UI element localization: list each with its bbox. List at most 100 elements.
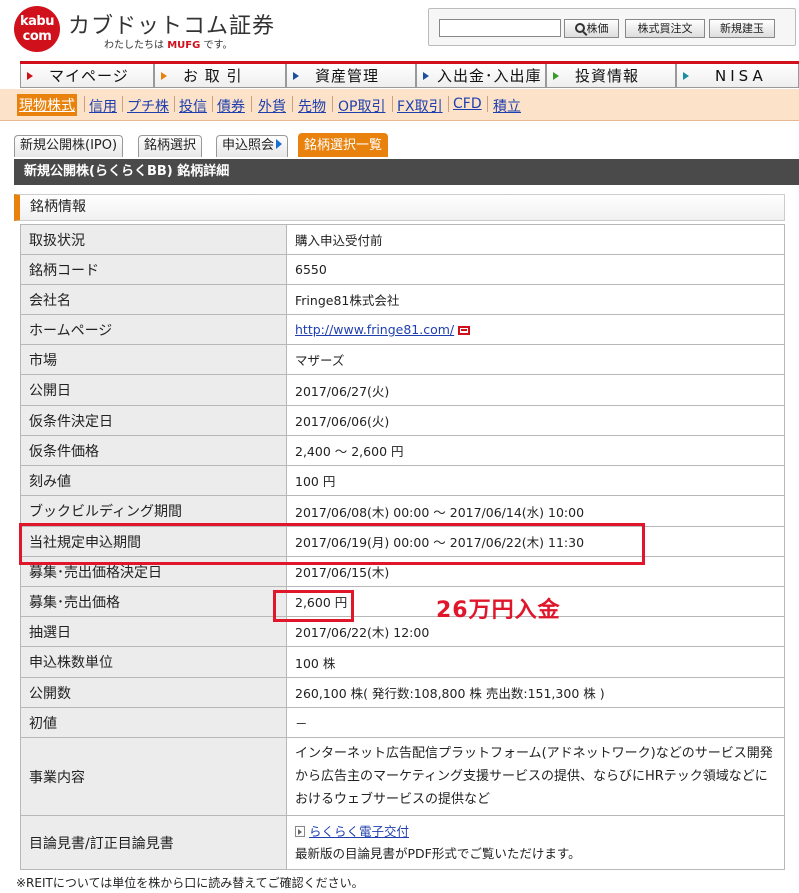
subnav-petit-stock[interactable]: プチ株 xyxy=(127,96,169,116)
nav-arrow-icon xyxy=(423,72,429,80)
nav-info[interactable]: 投資情報 xyxy=(546,64,676,88)
tagline-suffix: です。 xyxy=(203,40,233,51)
nav-mypage[interactable]: マイページ xyxy=(20,64,154,88)
table-row: 事業内容 インターネット広告配信プラットフォーム(アドネットワーク)などのサービス… xyxy=(20,737,785,816)
nav-arrow-icon xyxy=(293,72,299,80)
row-value: 100 円 xyxy=(286,465,785,496)
search-icon xyxy=(574,23,585,33)
subnav-cfd[interactable]: CFD xyxy=(453,96,482,112)
row-value: 2017/06/08(木) 00:00 ～ 2017/06/14(水) 10:0… xyxy=(286,495,785,527)
table-row: 公開日 2017/06/27(火) xyxy=(20,374,785,406)
nav-trade[interactable]: お 取 引 xyxy=(154,64,286,88)
row-label: 公開数 xyxy=(20,677,287,708)
nav-assets[interactable]: 資産管理 xyxy=(286,64,416,88)
subnav-fx-currency[interactable]: 外貨 xyxy=(258,96,286,116)
new-position-button[interactable]: 新規建玉 xyxy=(709,19,775,38)
divider xyxy=(251,96,252,112)
row-value: 2,400 ～ 2,600 円 xyxy=(286,435,785,466)
row-value: http://www.fringe81.com/ xyxy=(286,314,785,345)
nav-label: 投資情報 xyxy=(575,67,640,85)
row-label: 会社名 xyxy=(20,284,287,315)
row-label: 事業内容 xyxy=(20,737,287,816)
tab-stock-select[interactable]: 銘柄選択 xyxy=(138,135,203,157)
row-value: 100 株 xyxy=(286,646,785,678)
table-row: 仮条件決定日 2017/06/06(火) xyxy=(20,405,785,436)
row-label: 申込株数単位 xyxy=(20,646,287,678)
row-value: マザーズ xyxy=(286,344,785,375)
divider xyxy=(84,96,85,112)
reit-footnote: ※REITについては単位を株から口に読み替えてご確認ください。 xyxy=(16,876,364,890)
stock-buy-order-button[interactable]: 株式買注文 xyxy=(625,19,705,38)
stock-code-input[interactable] xyxy=(439,19,561,37)
divider xyxy=(448,96,449,112)
divider xyxy=(212,96,213,112)
divider xyxy=(174,96,175,112)
nav-deposit[interactable]: 入出金･入出庫 xyxy=(416,64,546,88)
row-value: インターネット広告配信プラットフォーム(アドネットワーク)などのサービス開発から… xyxy=(286,737,785,816)
table-row: 募集･売出価格 2,600 円 xyxy=(20,586,785,617)
table-row: 目論見書/訂正目論見書 らくらく電子交付 最新版の目論見書がPDF形式でご覧いた… xyxy=(20,815,785,870)
table-row: 仮条件価格 2,400 ～ 2,600 円 xyxy=(20,435,785,466)
external-window-icon[interactable] xyxy=(458,326,471,335)
row-value: らくらく電子交付 最新版の目論見書がPDF形式でご覧いただけます。 xyxy=(286,815,785,870)
table-row: 取扱状況 購入申込受付前 xyxy=(20,224,785,255)
play-icon xyxy=(295,825,305,837)
tab-stock-list[interactable]: 銘柄選択一覧 xyxy=(298,133,389,157)
divider xyxy=(292,96,293,112)
stock-price-button[interactable]: 株価 xyxy=(564,19,619,38)
main-nav: マイページ お 取 引 資産管理 入出金･入出庫 投資情報 NISA xyxy=(20,61,799,88)
nav-arrow-icon xyxy=(553,72,559,80)
row-value: 260,100 株( 発行数:108,800 株 売出数:151,300 株 ) xyxy=(286,677,785,708)
row-label: 市場 xyxy=(20,344,287,375)
row-value: 2017/06/27(火) xyxy=(286,374,785,406)
nav-label: お 取 引 xyxy=(183,67,243,85)
nav-nisa[interactable]: NISA xyxy=(676,64,799,88)
logo-line1: kabu xyxy=(20,14,54,29)
subnav-spot-stock[interactable]: 現物株式 xyxy=(17,94,77,116)
row-label: 初値 xyxy=(20,707,287,738)
subnav-bonds[interactable]: 債券 xyxy=(217,96,245,116)
table-row: 銘柄コード 6550 xyxy=(20,254,785,285)
brand-tagline: わたしたちは MUFG です。 xyxy=(104,36,233,51)
nav-label: マイページ xyxy=(49,67,129,85)
subnav-margin[interactable]: 信用 xyxy=(89,96,117,116)
subnav-funds[interactable]: 投信 xyxy=(179,96,207,116)
row-value: － xyxy=(286,707,785,738)
row-label: 銘柄コード xyxy=(20,254,287,285)
tagline-prefix: わたしたちは xyxy=(104,40,164,51)
subnav-options[interactable]: OP取引 xyxy=(338,96,385,116)
row-label: 仮条件価格 xyxy=(20,435,287,466)
prospectus-note: 最新版の目論見書がPDF形式でご覧いただけます。 xyxy=(295,845,581,861)
tab-application-inquiry[interactable]: 申込照会 xyxy=(216,135,289,157)
arrow-right-icon xyxy=(276,139,283,149)
row-value: 2017/06/06(火) xyxy=(286,405,785,436)
row-label: 募集･売出価格 xyxy=(20,586,287,617)
nav-arrow-icon xyxy=(161,72,167,80)
row-value: 6550 xyxy=(286,254,785,285)
tab-ipo[interactable]: 新規公開株(IPO) xyxy=(14,135,124,157)
prospectus-link[interactable]: らくらく電子交付 xyxy=(309,824,409,839)
table-row: ブックビルディング期間 2017/06/08(木) 00:00 ～ 2017/06… xyxy=(20,495,785,527)
homepage-link[interactable]: http://www.fringe81.com/ xyxy=(295,322,454,337)
subnav-accumulation[interactable]: 積立 xyxy=(493,96,521,116)
subnav-fx-trading[interactable]: FX取引 xyxy=(397,96,443,116)
row-label: ホームページ xyxy=(20,314,287,345)
sub-nav: 現物株式 信用 プチ株 投信 債券 外貨 先物 OP取引 FX取引 CFD 積立 xyxy=(0,89,799,121)
divider xyxy=(487,96,488,112)
site-header: kabu com カブドットコム証券 わたしたちは MUFG です。 株価 株式… xyxy=(0,0,799,58)
mufg-logo: MUFG xyxy=(167,40,201,51)
table-row: 刻み値 100 円 xyxy=(20,465,785,496)
row-label: 刻み値 xyxy=(20,465,287,496)
nav-arrow-icon xyxy=(27,72,33,80)
subnav-futures[interactable]: 先物 xyxy=(298,96,326,116)
row-label: 仮条件決定日 xyxy=(20,405,287,436)
kabucom-logo[interactable]: kabu com xyxy=(14,6,60,52)
logo-line2: com xyxy=(22,29,52,44)
row-label: 目論見書/訂正目論見書 xyxy=(20,815,287,870)
table-row: ホームページ http://www.fringe81.com/ xyxy=(20,314,785,345)
highlight-offer-price xyxy=(273,590,354,622)
tab-label: 申込照会 xyxy=(222,138,275,153)
divider xyxy=(332,96,333,112)
table-row: 会社名 Fringe81株式会社 xyxy=(20,284,785,315)
nav-label: NISA xyxy=(715,67,767,85)
